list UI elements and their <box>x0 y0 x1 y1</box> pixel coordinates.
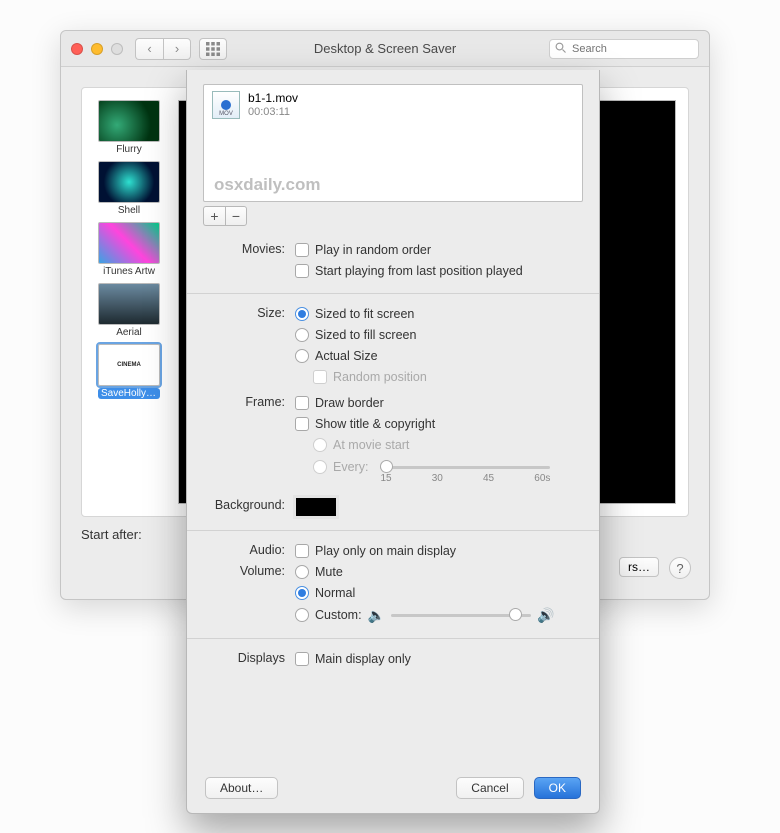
checkbox-random-position: Random position <box>313 368 579 386</box>
screen-saver-options-button[interactable]: rs… <box>619 557 659 577</box>
movie-list[interactable]: b1-1.mov 00:03:11 osxdaily.com <box>203 84 583 202</box>
option-random-order[interactable]: Play in random order <box>295 241 579 259</box>
screensaver-thumb[interactable]: CINEMASaveHollywo <box>94 344 164 399</box>
radio-volume-custom[interactable]: Custom: 🔈 🔊 <box>295 605 579 625</box>
add-remove-controls: + − <box>203 206 583 226</box>
screensaver-thumb[interactable]: Aerial <box>94 283 164 338</box>
section-size: Size: Sized to fit screen Sized to fill … <box>187 293 599 530</box>
label-background: Background: <box>207 497 295 512</box>
start-after-label: Start after: <box>81 527 142 542</box>
radio-fit-screen[interactable]: Sized to fit screen <box>295 305 579 323</box>
movie-meta: b1-1.mov 00:03:11 <box>248 92 298 118</box>
watermark: osxdaily.com <box>214 175 320 195</box>
volume-low-icon: 🔈 <box>368 607 385 624</box>
section-movies: Movies: Play in random order Start playi… <box>187 230 599 293</box>
movie-row[interactable]: b1-1.mov 00:03:11 <box>204 85 582 125</box>
radio-at-movie-start: At movie start <box>313 436 579 454</box>
close-icon[interactable] <box>71 43 83 55</box>
window-controls <box>71 43 123 55</box>
search-input[interactable] <box>549 39 699 59</box>
slider-thumb-icon[interactable] <box>509 608 522 621</box>
checkbox-main-display-only[interactable]: Main display only <box>295 650 579 668</box>
movie-filename: b1-1.mov <box>248 92 298 106</box>
label-audio: Audio: <box>207 542 295 557</box>
checkbox-show-title[interactable]: Show title & copyright <box>295 415 579 433</box>
label-displays: Displays <box>207 650 295 665</box>
movie-duration: 00:03:11 <box>248 106 298 119</box>
nav-back-forward: ‹ › <box>135 38 191 60</box>
screensaver-thumb[interactable]: Flurry <box>94 100 164 155</box>
show-all-button[interactable] <box>199 38 227 60</box>
radio-volume-normal[interactable]: Normal <box>295 584 579 602</box>
ok-button[interactable]: OK <box>534 777 581 799</box>
checkbox-play-main-display[interactable]: Play only on main display <box>295 542 579 560</box>
screensaver-thumb[interactable]: Shell <box>94 161 164 216</box>
radio-actual-size[interactable]: Actual Size <box>295 347 579 365</box>
section-displays: Displays Main display only <box>187 638 599 681</box>
label-movies: Movies: <box>207 241 295 256</box>
section-audio: Audio: Play only on main display Volume:… <box>187 530 599 638</box>
sheet-footer: About… Cancel OK <box>205 777 581 799</box>
label-volume: Volume: <box>207 563 295 578</box>
radio-every: Every: 15 30 45 60s <box>313 457 579 477</box>
option-resume[interactable]: Start playing from last position played <box>295 262 579 280</box>
add-movie-button[interactable]: + <box>203 206 225 226</box>
zoom-icon <box>111 43 123 55</box>
search-icon <box>555 42 567 54</box>
screensaver-thumb-list: Flurry Shell iTunes Artw Aerial CINEMASa… <box>94 100 164 504</box>
grid-icon <box>206 42 220 56</box>
label-frame: Frame: <box>207 394 295 409</box>
back-button[interactable]: ‹ <box>135 38 163 60</box>
checkbox-draw-border[interactable]: Draw border <box>295 394 579 412</box>
screensaver-thumb[interactable]: iTunes Artw <box>94 222 164 277</box>
minimize-icon[interactable] <box>91 43 103 55</box>
window-title: Desktop & Screen Saver <box>314 41 456 56</box>
search-container <box>549 39 699 59</box>
frame-interval-slider: 15 30 45 60s <box>380 457 550 477</box>
background-color-well[interactable] <box>295 497 337 517</box>
titlebar: ‹ › Desktop & Screen Saver <box>61 31 709 67</box>
radio-fill-screen[interactable]: Sized to fill screen <box>295 326 579 344</box>
forward-button[interactable]: › <box>163 38 191 60</box>
volume-high-icon: 🔊 <box>537 607 554 624</box>
movie-file-icon <box>212 91 240 119</box>
radio-volume-mute[interactable]: Mute <box>295 563 579 581</box>
label-size: Size: <box>207 305 295 320</box>
help-button[interactable]: ? <box>669 557 691 579</box>
cancel-button[interactable]: Cancel <box>456 777 523 799</box>
savehollywood-sheet: b1-1.mov 00:03:11 osxdaily.com + − Movie… <box>186 70 600 814</box>
remove-movie-button[interactable]: − <box>225 206 247 226</box>
about-button[interactable]: About… <box>205 777 278 799</box>
volume-slider[interactable] <box>391 605 531 625</box>
slider-thumb-icon <box>380 460 393 473</box>
